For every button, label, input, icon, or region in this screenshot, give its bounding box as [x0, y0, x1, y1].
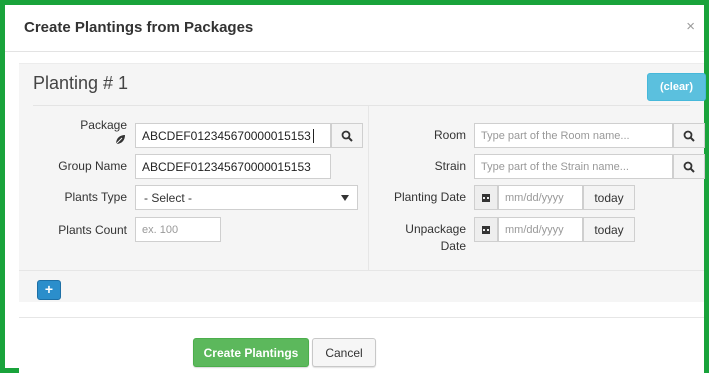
strain-placeholder: Type part of the Strain name...: [481, 160, 629, 173]
planting-date-today-button[interactable]: today: [583, 185, 635, 210]
unpackage-date-placeholder: mm/dd/yyyy: [505, 223, 564, 236]
search-icon: [683, 130, 695, 142]
search-icon: [341, 130, 353, 142]
text-caret: [312, 128, 314, 143]
add-planting-row: +: [19, 270, 704, 303]
divider: [33, 105, 690, 106]
plants-count-input[interactable]: ex. 100: [135, 217, 221, 242]
leaf-icon: [115, 132, 126, 150]
dialog-frame: Create Plantings from Packages × Plantin…: [0, 0, 709, 374]
unpackage-label-line1: Unpackage: [405, 222, 466, 236]
add-planting-button[interactable]: +: [37, 280, 61, 300]
room-label: Room: [433, 128, 466, 142]
clear-button[interactable]: (clear): [647, 73, 706, 101]
planting-panel: Planting # 1 (clear) Package ABCDEF01234…: [19, 63, 706, 303]
dialog-header: Create Plantings from Packages ×: [5, 5, 704, 52]
unpackage-date-input[interactable]: mm/dd/yyyy: [498, 217, 583, 242]
plants-count-label: Plants Count: [58, 223, 127, 237]
package-input[interactable]: ABCDEF012345670000015153: [135, 123, 331, 148]
plants-type-select[interactable]: - Select -: [135, 185, 358, 210]
calendar-icon: [482, 225, 490, 234]
column-divider: [368, 106, 369, 270]
strain-label: Strain: [434, 159, 466, 173]
dialog-footer: Create Plantings Cancel: [19, 317, 704, 374]
room-input[interactable]: Type part of the Room name...: [474, 123, 673, 148]
create-plantings-button[interactable]: Create Plantings: [193, 338, 309, 367]
cancel-button[interactable]: Cancel: [312, 338, 376, 367]
planting-date-label: Planting Date: [393, 190, 466, 204]
dialog-title: Create Plantings from Packages: [24, 19, 254, 36]
strain-input[interactable]: Type part of the Strain name...: [474, 154, 673, 179]
planting-heading: Planting # 1: [33, 73, 129, 93]
planting-date-placeholder: mm/dd/yyyy: [505, 191, 564, 204]
close-icon[interactable]: ×: [686, 18, 695, 35]
unpackage-date-label: Unpackage Date: [379, 221, 466, 255]
room-placeholder: Type part of the Room name...: [481, 129, 630, 142]
package-label: Package: [80, 118, 127, 132]
calendar-icon: [482, 193, 490, 202]
plants-type-label: Plants Type: [64, 190, 127, 204]
group-name-value: ABCDEF012345670000015153: [142, 159, 311, 174]
search-icon: [683, 161, 695, 173]
group-name-input[interactable]: ABCDEF012345670000015153: [135, 154, 331, 179]
unpackage-date-calendar-button[interactable]: [474, 217, 498, 242]
room-search-button[interactable]: [673, 123, 705, 148]
unpackage-date-today-button[interactable]: today: [583, 217, 635, 242]
unpackage-label-line2: Date: [440, 239, 466, 253]
planting-date-input[interactable]: mm/dd/yyyy: [498, 185, 583, 210]
strain-search-button[interactable]: [673, 154, 705, 179]
package-value: ABCDEF012345670000015153: [142, 128, 311, 143]
plants-type-value: - Select -: [144, 190, 193, 205]
plants-count-placeholder: ex. 100: [142, 223, 179, 236]
group-name-label: Group Name: [58, 159, 127, 173]
planting-date-calendar-button[interactable]: [474, 185, 498, 210]
dropdown-arrow-icon: [341, 194, 349, 201]
package-search-button[interactable]: [331, 123, 363, 148]
